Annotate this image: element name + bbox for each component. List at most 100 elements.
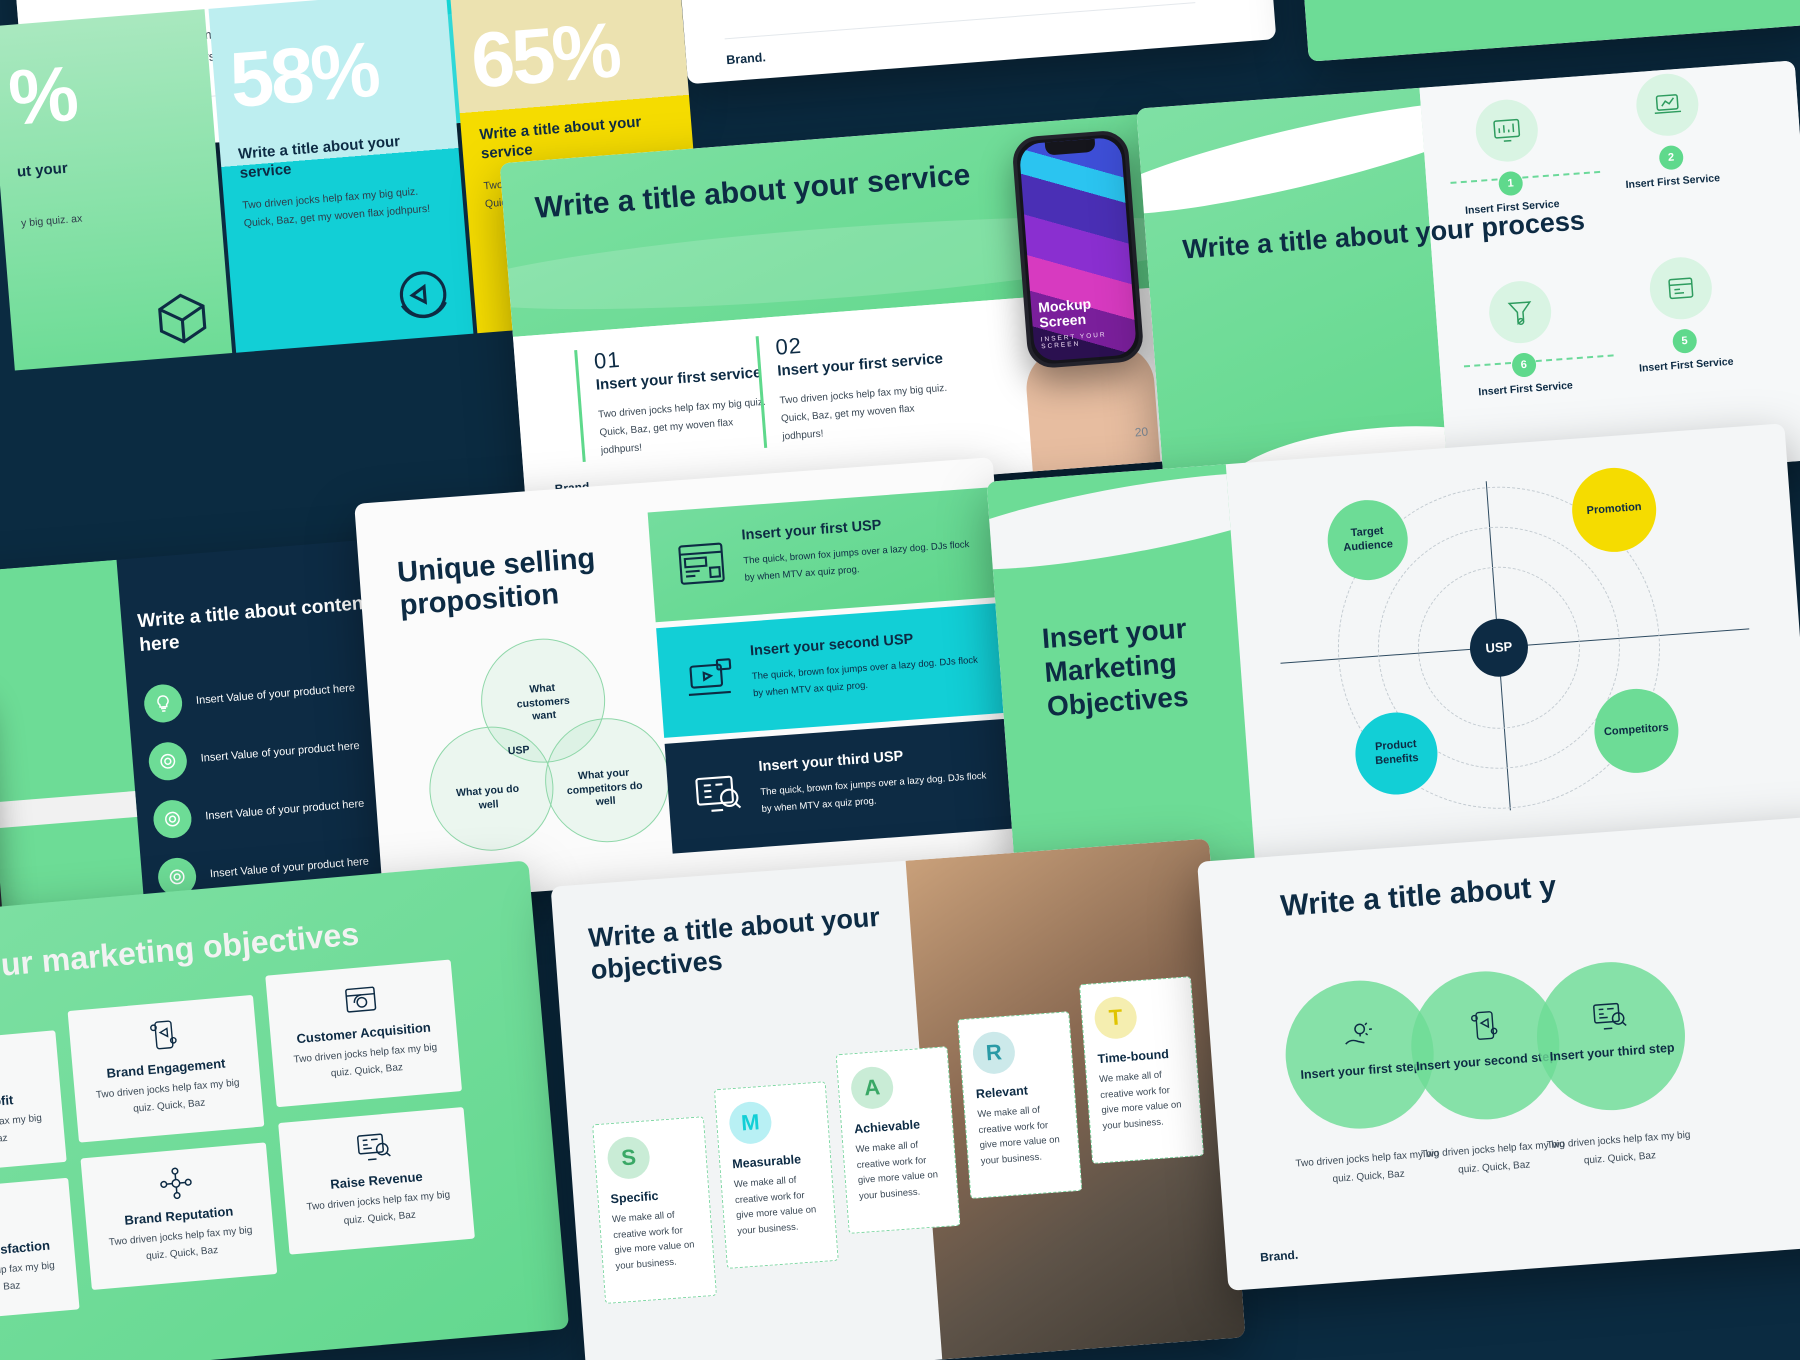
value-text: Insert Value of your product here [195,681,356,707]
brand-label: Brand. [725,50,767,68]
mobile-megaphone-icon [81,1010,246,1062]
step-description: Two driven jocks help fax my big quiz. Q… [1546,1129,1691,1166]
process-right-panel: 1 Insert First Service 2 Insert First Se… [1419,60,1800,487]
usp-title: Insert your third USP [757,748,904,776]
slide-write-objectives[interactable]: Write your marketing objectives Increase… [0,860,570,1360]
mockup-label: Mockup Screen INSERT YOUR SCREEN [1037,293,1140,350]
slide-steps[interactable]: Write a title about y Insert your first … [1197,815,1800,1291]
venn-diagram: What customers want What you do well Wha… [395,628,700,869]
stat-value: 58% [226,24,381,125]
phone-mockup: Mockup Screen INSERT YOUR SCREEN [1011,129,1145,370]
slide-deck-showcase: Two driven jocks help fax my big quiz. Q… [0,0,1800,1360]
usp-row[interactable]: Insert your third USP The quick, brown f… [664,718,1020,854]
stat-title: ut your [16,159,69,181]
smart-card[interactable]: M Measurable We make all of creative wor… [713,1081,839,1269]
slide-service[interactable]: Write a title about your service 01 Inse… [499,113,1175,511]
step-circle[interactable]: Insert your third step [1531,956,1691,1116]
stat-body: y big quiz. ax [20,212,83,230]
stat-column: 58% Write a title about your service Two… [208,0,474,353]
monitor-search-icon [1534,993,1684,1042]
card-body: Two driven jocks help fax my big quiz. Q… [108,1224,253,1262]
usp-body: The quick, brown fox jumps over a lazy d… [743,539,970,584]
process-left-panel [1136,87,1449,508]
smart-letter-badge: M [727,1100,773,1146]
process-step: 2 Insert First Service [1605,69,1733,193]
objective-card[interactable]: Brand Reputation Two driven jocks help f… [80,1142,278,1291]
card-body: Two driven jocks help fax my big quiz. Q… [95,1077,240,1115]
bulb-icon [142,683,184,724]
objective-card[interactable]: Brand Engagement Two driven jocks help f… [67,994,265,1143]
objective-card[interactable]: Raise Revenue Two driven jocks help fax … [278,1106,475,1255]
venn-label: What your competitors do well [566,766,643,809]
venn-label: What customers want [516,681,571,723]
venn-label: What you do well [455,782,520,812]
page-number: 20 [1134,424,1149,440]
process-step: 1 Insert First Service [1445,95,1573,219]
quadrant-diagram: USP Target Audience Promotion Product Be… [1258,450,1800,837]
smart-letter-badge: A [849,1065,895,1111]
gear-icon [152,798,193,840]
monitor-search-icon [291,1122,456,1174]
smart-letter-badge: T [1093,995,1139,1041]
slide-title: Write a title about content here [136,592,371,656]
megaphone-cycle-icon [390,261,457,328]
green-band [1304,0,1800,62]
network-nodes-icon [94,1157,259,1209]
process-step: 6 Insert First Service [1458,277,1586,401]
card-body: Two driven jocks help fax my big quiz. Q… [293,1042,438,1079]
brand-label: Brand. [1259,1247,1299,1265]
divider [724,2,1196,40]
monitor-search-icon [693,772,744,817]
smart-title: Measurable [731,1152,802,1172]
service-item: 01 Insert your first service Two driven … [574,335,771,463]
card-body: Two driven jocks help fax my big quiz. Q… [0,1112,43,1150]
stat-value: % [5,48,79,142]
usp-row[interactable]: Insert your first USP The quick, brown f… [647,487,1003,623]
smart-card[interactable]: R Relevant We make all of creative work … [957,1011,1083,1199]
card-body: Two driven jocks help fax my big quiz. Q… [0,1260,56,1297]
slide-marketing-objectives-quadrant[interactable]: Insert your Marketing Objectives USP Tar… [986,423,1800,881]
smart-body: We make all of creative work for give mo… [611,1209,695,1273]
step-title: Insert your third step [1549,1040,1676,1064]
smart-card[interactable]: S Specific We make all of creative work … [592,1116,717,1304]
objective-card[interactable]: Increase Profit Two driven jocks help fa… [0,1030,67,1178]
browser-data-icon [1647,255,1714,322]
objective-card[interactable]: Customer Satisfaction Two driven jocks h… [0,1177,80,1326]
slide-title: Write a title about your objectives [587,901,881,986]
usp-body: The quick, brown fox jumps over a lazy d… [760,770,987,815]
monitor-chart-icon [1473,97,1540,164]
step-label: Insert First Service [1625,172,1721,192]
stat-column: % ut your y big quiz. ax [0,9,233,371]
slide-usp[interactable]: Unique selling proposition What customer… [354,457,1022,903]
smart-card[interactable]: A Achievable We make all of creative wor… [835,1046,961,1234]
gear-icon [147,740,189,782]
slide-title: Write a title about y [1279,869,1558,923]
funnel-icon [1486,278,1554,346]
step-number: 6 [1511,352,1537,378]
slide-photo[interactable] [1292,0,1800,62]
step-number: 2 [1658,144,1684,171]
smart-letter-badge: S [606,1135,652,1181]
slide-quote[interactable]: grab quick-jived waltz. Brick quiz whang… [669,0,1277,85]
smart-card[interactable]: T Time-bound We make all of creative wor… [1079,976,1205,1164]
smart-body: We make all of creative work for give mo… [1098,1069,1182,1133]
step-number: 1 [1497,170,1524,197]
slide-title: Insert your Marketing Objectives [1040,612,1190,723]
objective-card[interactable]: Customer Acquisition Two driven jocks he… [265,959,463,1108]
smart-title: Time-bound [1097,1047,1170,1067]
content-green-panel [0,559,145,922]
smart-body: We make all of creative work for give mo… [733,1174,817,1238]
slide-smart-objectives[interactable]: Write a title about your objectives S Sp… [550,838,1246,1360]
smart-body: We make all of creative work for give mo… [977,1104,1061,1168]
step-label: Insert First Service [1638,355,1734,375]
value-text: Insert Value of your product here [200,739,361,765]
usp-row[interactable]: Insert your second USP The quick, brown … [656,602,1012,738]
stat-body: Two driven jocks help fax my big quiz. Q… [241,185,431,231]
usp-title: Insert your second USP [749,631,914,660]
box-icon [148,281,215,348]
browser-target-icon [278,975,443,1027]
stat-title: Write a title about your service [237,132,401,182]
laptop-chart-icon [1634,71,1701,138]
step-label: Insert First Service [1478,379,1574,399]
mockup-title: Mockup Screen [1037,295,1092,331]
